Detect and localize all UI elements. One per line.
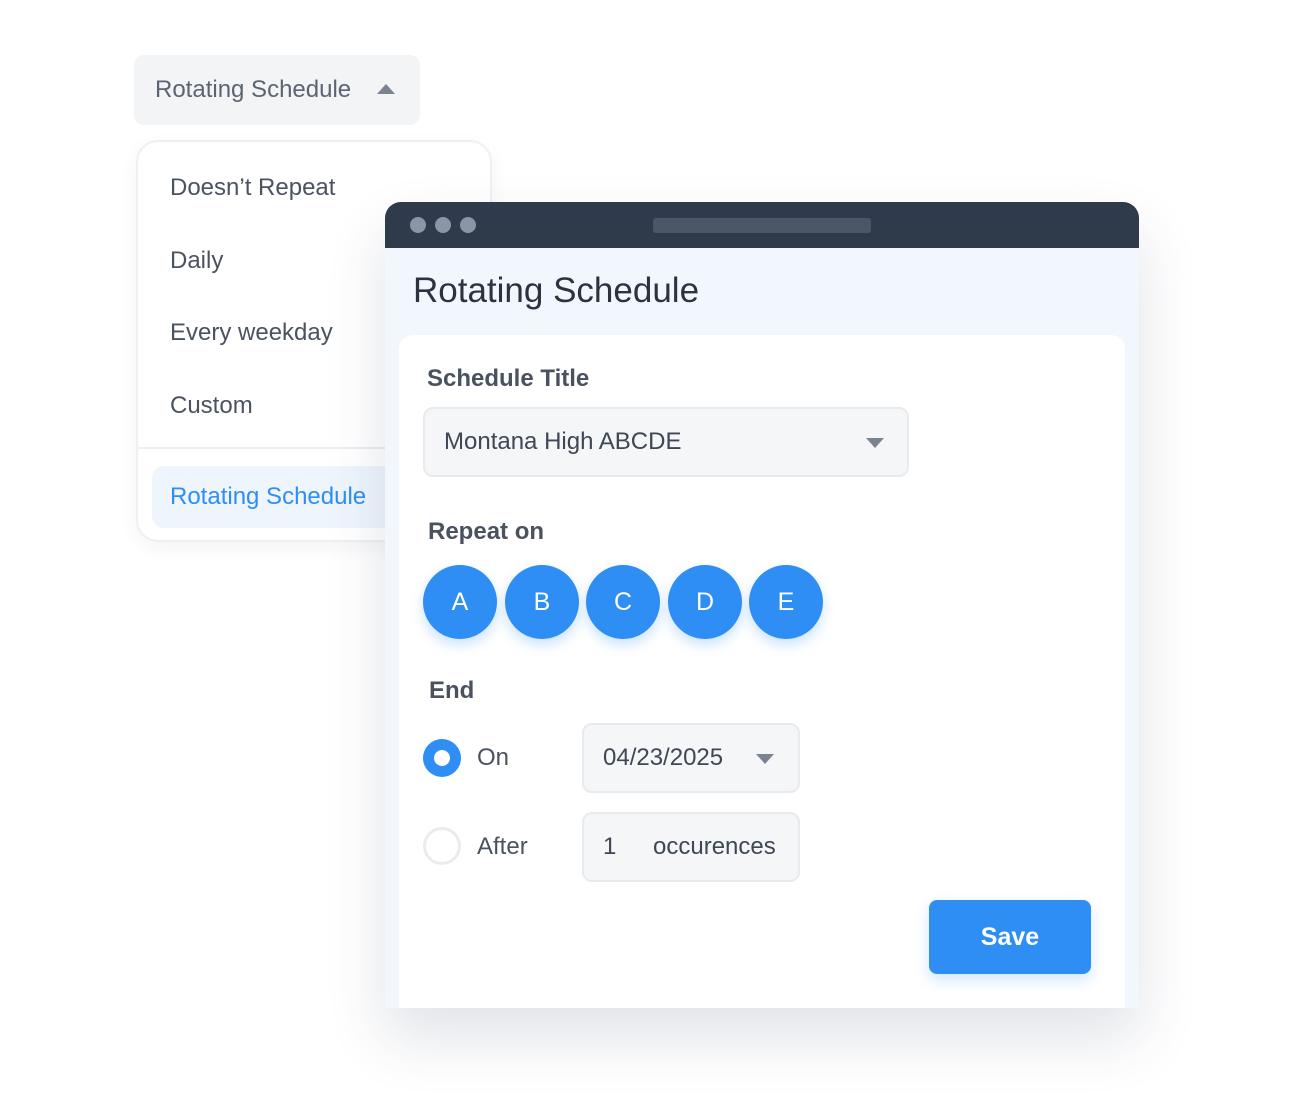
window-titlebar (385, 202, 1139, 248)
schedule-title-value: Montana High ABCDE (444, 428, 682, 455)
window-dot-icon (410, 217, 426, 233)
schedule-title-select[interactable]: Montana High ABCDE (423, 407, 909, 477)
address-bar (653, 218, 871, 233)
repeat-on-label: Repeat on (428, 518, 545, 545)
repeat-dropdown[interactable]: Rotating Schedule (134, 55, 420, 125)
day-toggle-e[interactable]: E (749, 565, 823, 639)
day-toggle-c[interactable]: C (586, 565, 660, 639)
menu-item-every-weekday[interactable]: Every weekday (170, 317, 333, 349)
end-on-label: On (477, 744, 510, 771)
schedule-title-label: Schedule Title (427, 365, 590, 392)
caret-up-icon (377, 84, 395, 94)
schedule-form: Schedule Title Montana High ABCDE Repeat… (399, 335, 1125, 1008)
occurrences-count: 1 (603, 833, 617, 860)
occurrences-field[interactable]: 1 occurences (582, 812, 800, 882)
end-date-select[interactable]: 04/23/2025 (582, 723, 800, 793)
menu-item-custom[interactable]: Custom (170, 390, 253, 422)
repeat-dropdown-label: Rotating Schedule (155, 76, 352, 103)
dialog-title: Rotating Schedule (413, 271, 700, 310)
chevron-down-icon (756, 754, 774, 764)
menu-item-doesnt-repeat[interactable]: Doesn’t Repeat (170, 172, 335, 204)
day-toggle-b[interactable]: B (505, 565, 579, 639)
day-toggle-d[interactable]: D (668, 565, 742, 639)
window-dot-icon (435, 217, 451, 233)
day-toggle-a[interactable]: A (423, 565, 497, 639)
end-label: End (429, 677, 475, 704)
chevron-down-icon (866, 438, 884, 448)
menu-item-daily[interactable]: Daily (170, 245, 223, 277)
end-after-label: After (477, 833, 528, 860)
occurrences-unit: occurences (653, 833, 776, 860)
end-after-radio[interactable] (423, 827, 461, 865)
end-on-radio[interactable] (423, 739, 461, 777)
save-button[interactable]: Save (929, 900, 1091, 974)
window-dot-icon (460, 217, 476, 233)
rotating-schedule-dialog: Rotating Schedule Schedule Title Montana… (385, 202, 1139, 1008)
end-date-value: 04/23/2025 (603, 744, 724, 771)
